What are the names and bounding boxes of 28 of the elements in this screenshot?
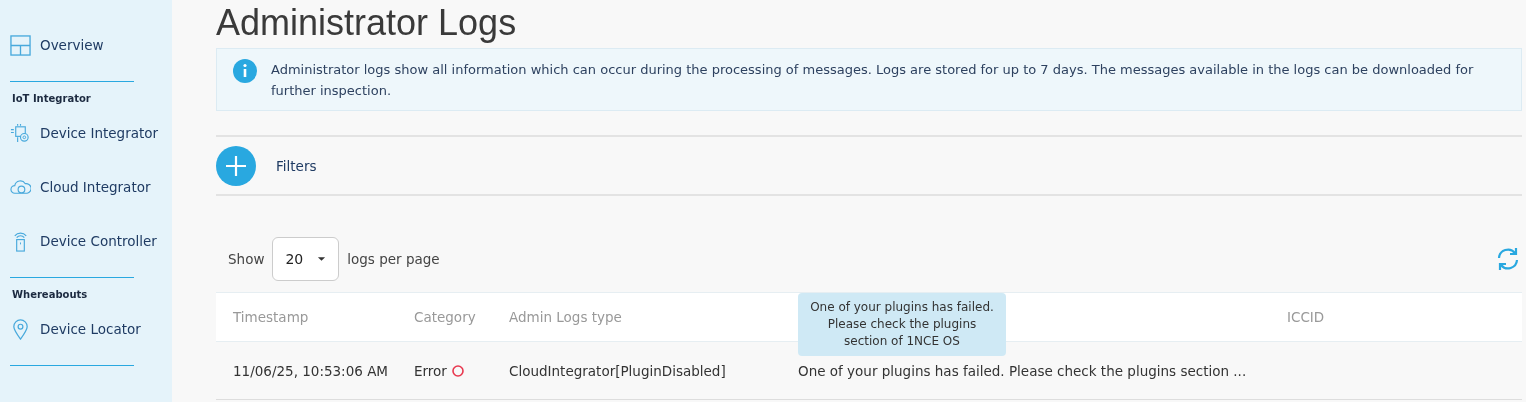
column-header: Category xyxy=(414,309,476,325)
table-cell: Error xyxy=(414,362,447,379)
info-text: Administrator logs show all information which can occur during the processing of messages. Logs are stored for up to 7 days. The messages available in the logs can be downloaded for further inspection. xyxy=(271,61,1475,100)
table-cell: One of your plugins has failed. Please check the plugins section ... xyxy=(798,362,1247,379)
per-page-label: logs per page xyxy=(347,251,440,267)
section-heading: Whereabouts xyxy=(12,289,89,300)
sidebar-item[interactable]: Cloud Integrator xyxy=(10,172,172,202)
show-label: Show xyxy=(228,251,265,267)
section-heading: IoT Integrator xyxy=(12,93,92,104)
page-title: Administrator Logs xyxy=(216,2,518,44)
sidebar-item[interactable]: Device Integrator xyxy=(10,118,172,148)
info-icon xyxy=(233,59,257,83)
chip-gear-icon xyxy=(10,122,31,144)
sidebar-item[interactable]: Device Locator xyxy=(10,314,172,344)
tooltip: One of your plugins has failed. Please check the plugins section of 1NCE OS xyxy=(798,293,1006,356)
column-header: ICCID xyxy=(1287,309,1325,325)
table-cell: 11/06/25, 10:53:06 AM xyxy=(233,362,389,379)
location-pin-icon xyxy=(10,318,31,340)
sidebar-item[interactable]: Overview xyxy=(10,30,172,60)
sidebar-item[interactable]: Device Controller xyxy=(10,226,172,256)
layout-icon xyxy=(10,34,31,56)
caret-icon xyxy=(317,256,327,262)
table-cell: CloudIntegrator[PluginDisabled] xyxy=(509,362,726,379)
column-header: Admin Logs type xyxy=(509,309,622,325)
add-filter-button[interactable] xyxy=(216,145,256,186)
filters-label: Filters xyxy=(276,157,317,174)
column-header: Timestamp xyxy=(233,309,309,325)
page-size-select[interactable]: 20 xyxy=(272,237,340,281)
